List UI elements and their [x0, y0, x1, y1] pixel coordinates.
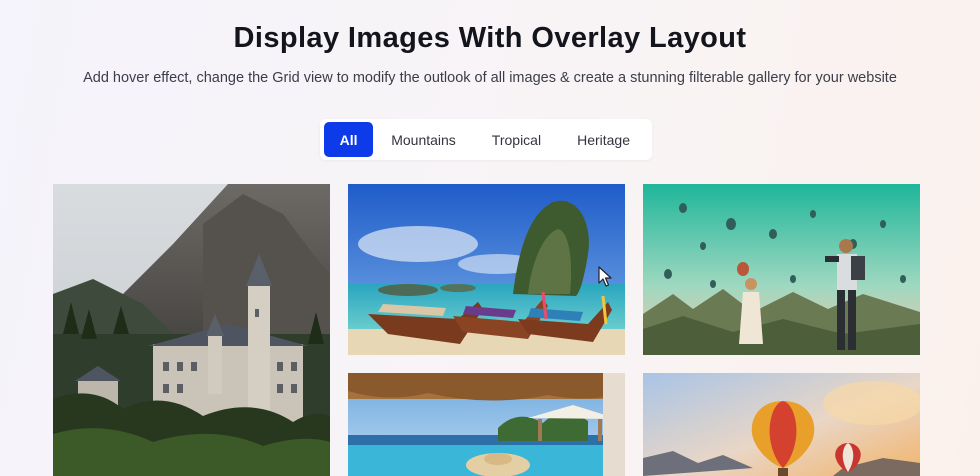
- mouse-cursor-icon: [598, 266, 612, 287]
- castle-image: [53, 184, 330, 476]
- filter-heritage-button[interactable]: Heritage: [559, 122, 648, 157]
- gallery-image-boats[interactable]: [348, 184, 625, 355]
- boats-image: [348, 184, 625, 355]
- gallery-image-resort[interactable]: [348, 373, 625, 476]
- gallery-image-balloons-couple[interactable]: [643, 184, 920, 355]
- gallery-image-castle[interactable]: [53, 184, 330, 476]
- filter-bar: All Mountains Tropical Heritage: [320, 119, 652, 160]
- filter-tropical-button[interactable]: Tropical: [474, 122, 559, 157]
- filter-mountains-button[interactable]: Mountains: [373, 122, 474, 157]
- page-title: Display Images With Overlay Layout: [233, 22, 747, 54]
- balloons-sunset-image: [643, 373, 920, 476]
- page-subtitle: Add hover effect, change the Grid view t…: [83, 70, 897, 86]
- gallery-image-balloons-sunset[interactable]: [643, 373, 920, 476]
- balloons-couple-image: [643, 184, 920, 355]
- resort-image: [348, 373, 625, 476]
- filter-all-button[interactable]: All: [324, 122, 374, 157]
